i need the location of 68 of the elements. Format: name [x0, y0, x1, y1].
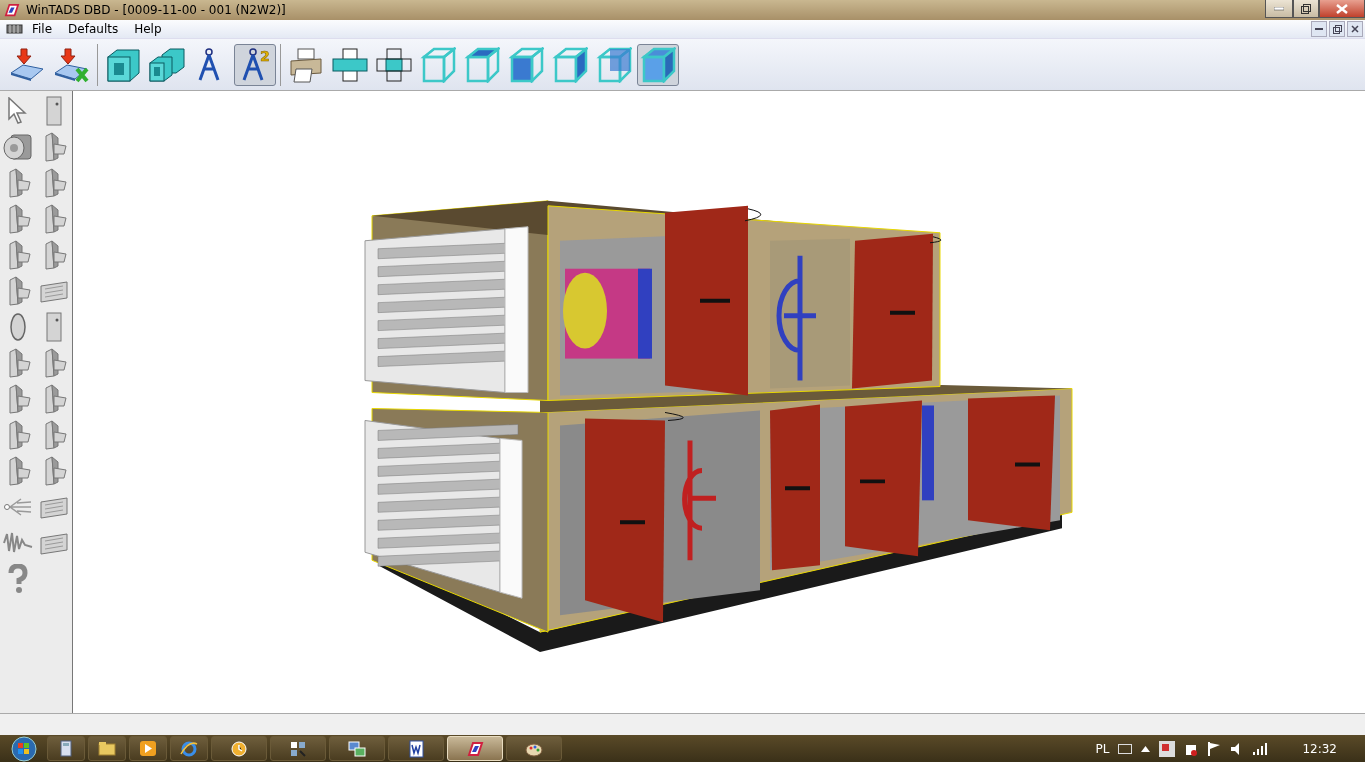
- taskbar-app-button[interactable]: [329, 736, 385, 761]
- wireframe-box-icon: [552, 46, 588, 83]
- view-button[interactable]: [637, 43, 679, 86]
- menu-item[interactable]: Defaults: [60, 22, 127, 36]
- duct-icon: [105, 46, 141, 83]
- up-arrow-icon[interactable]: [1141, 745, 1151, 752]
- menu-item[interactable]: Help: [126, 22, 170, 36]
- wave-icon: [3, 531, 33, 555]
- solid-box-icon: [640, 46, 676, 83]
- minimize-button[interactable]: [1311, 21, 1327, 37]
- browser-icon: [180, 739, 198, 758]
- close-icon: [1336, 3, 1348, 14]
- help-icon: [7, 564, 29, 594]
- windows-logo-icon: [11, 735, 37, 762]
- flag-icon[interactable]: [1207, 740, 1222, 757]
- double-duct-icon: [148, 46, 186, 83]
- close-button[interactable]: [1347, 21, 1363, 37]
- taskbar-app-button[interactable]: [270, 736, 326, 761]
- panel-icon: [39, 530, 69, 556]
- restore-icon: [1301, 3, 1311, 14]
- close-icon: [1351, 25, 1359, 33]
- wireframe-box-icon: [508, 46, 544, 83]
- taskbar-app-button[interactable]: [47, 736, 85, 761]
- window-title: WinTADS DBD - [0009-11-00 - 001 (N2W2)]: [26, 3, 287, 17]
- signal-bars-icon[interactable]: [1253, 742, 1268, 755]
- wintads-logo-icon: [466, 739, 484, 758]
- clock-icon: [230, 739, 248, 758]
- taskbar-app-button[interactable]: [88, 736, 126, 761]
- panel-icon: [39, 494, 69, 520]
- pointer-icon: [7, 97, 29, 125]
- minimize-button[interactable]: [1265, 0, 1293, 18]
- wireframe-box-icon: [596, 46, 632, 83]
- disc-icon: [8, 312, 28, 342]
- taskbar-app-button[interactable]: [506, 736, 562, 761]
- language-indicator[interactable]: PL: [1095, 741, 1110, 756]
- document-menu-icon[interactable]: [6, 23, 24, 35]
- panel-icon: [39, 278, 69, 304]
- maximize-button[interactable]: [1293, 0, 1319, 18]
- spray-icon: [3, 496, 33, 518]
- window-grid-icon: [289, 739, 307, 758]
- section-layout-icon: [375, 46, 413, 83]
- minimize-icon: [1315, 27, 1323, 31]
- taskbar-app-button[interactable]: [211, 736, 267, 761]
- taskbar-app-button[interactable]: [388, 736, 444, 761]
- section-layout-icon: [331, 46, 369, 83]
- clock-time[interactable]: 12:32: [1302, 741, 1337, 756]
- folder-icon: [98, 739, 116, 758]
- network-icon: [348, 739, 366, 758]
- fan-icon: [3, 133, 33, 161]
- wireframe-box-icon: [420, 46, 456, 83]
- restore-button[interactable]: [1329, 21, 1345, 37]
- save-cancel-icon: [53, 46, 91, 83]
- wireframe-box-icon: [464, 46, 500, 83]
- app-logo-icon: [4, 3, 20, 17]
- action-center-icon[interactable]: [1159, 740, 1176, 757]
- taskbar-app-button[interactable]: [129, 736, 167, 761]
- menu-item[interactable]: File: [24, 22, 61, 36]
- close-button[interactable]: [1319, 0, 1365, 18]
- printer-icon: [288, 46, 324, 83]
- restore-icon: [1332, 24, 1342, 34]
- taskbar-app-button[interactable]: [170, 736, 208, 761]
- play-icon: [139, 739, 157, 758]
- keyboard-icon[interactable]: [1118, 743, 1133, 754]
- document-icon: [407, 739, 425, 758]
- door-icon: [45, 312, 63, 342]
- calculator-icon: [57, 739, 75, 758]
- door-icon: [45, 96, 63, 126]
- minimize-icon: [1274, 6, 1284, 11]
